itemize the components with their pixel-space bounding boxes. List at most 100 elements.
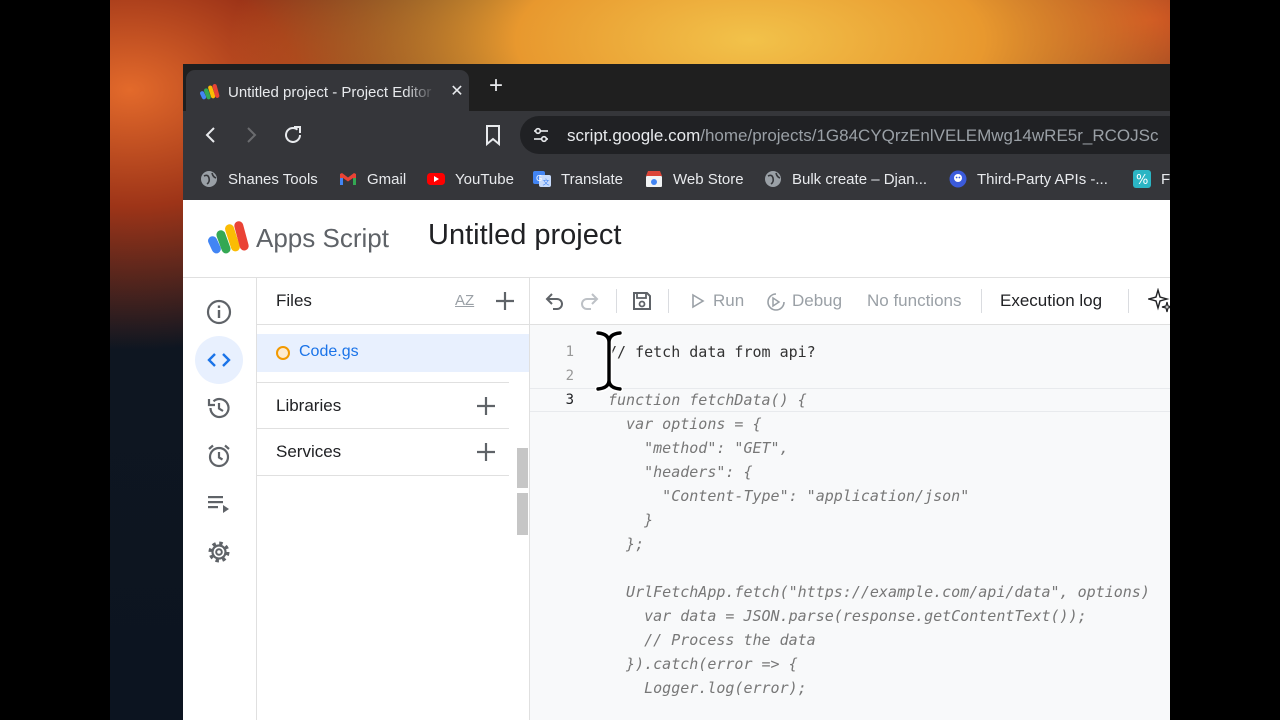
url-host: script.google.com xyxy=(567,126,701,145)
bookmark-youtube[interactable]: YouTube xyxy=(427,168,514,190)
code-text: function fetchData() { xyxy=(608,391,807,409)
url-text: script.google.com/home/projects/1G84CYQr… xyxy=(567,126,1158,146)
execution-log-button[interactable]: Execution log xyxy=(1000,291,1102,311)
web-store-icon xyxy=(646,171,662,187)
toolbar-divider xyxy=(616,289,617,313)
code-line-15: Logger.log(error); xyxy=(530,676,1170,700)
bookmark-star-icon[interactable] xyxy=(481,123,505,147)
undo-icon[interactable] xyxy=(544,290,566,312)
bookmark-bulk-create[interactable]: Bulk create – Djan... xyxy=(764,168,927,190)
rail-triggers[interactable] xyxy=(195,432,243,480)
youtube-icon xyxy=(427,173,445,185)
line-number: 3 xyxy=(565,392,574,408)
bookmark-third-party-apis[interactable]: Third-Party APIs -... xyxy=(949,168,1108,190)
file-name: Code.gs xyxy=(299,343,359,360)
bookmark-translate[interactable]: G文 Translate xyxy=(533,168,623,190)
code-line-4: var options = { xyxy=(530,412,1170,436)
redo-icon[interactable] xyxy=(578,290,600,312)
code-line-8: } xyxy=(530,508,1170,532)
svg-text:G: G xyxy=(536,174,542,183)
letterbox-left xyxy=(0,0,110,720)
line-number: 2 xyxy=(565,368,574,384)
services-label: Services xyxy=(276,442,342,461)
libraries-section[interactable]: Libraries xyxy=(257,382,509,429)
bookmark-web-store[interactable]: Web Store xyxy=(645,168,744,190)
forward-arrow-icon[interactable] xyxy=(239,123,263,147)
bookmarks-bar: Shanes Tools Gmail YouTube G文 Translate … xyxy=(183,159,1170,200)
files-title: Files xyxy=(276,291,312,310)
debug-icon xyxy=(767,293,785,311)
code-area[interactable]: 1 // fetch data from api? 2 3 function f… xyxy=(530,324,1170,720)
browser-toolbar: script.google.com/home/projects/1G84CYQr… xyxy=(183,111,1170,159)
code-text: "headers": { xyxy=(608,463,753,481)
tab-strip: Untitled project - Project Editor - Apps… xyxy=(183,64,1170,111)
run-button[interactable]: Run xyxy=(713,291,744,311)
reload-icon[interactable] xyxy=(281,123,305,147)
address-bar[interactable]: script.google.com/home/projects/1G84CYQr… xyxy=(520,116,1170,154)
history-icon xyxy=(207,397,230,419)
panel-scrollbar-thumb-2[interactable] xyxy=(517,493,528,535)
code-icon xyxy=(207,353,231,367)
bookmark-gmail[interactable]: Gmail xyxy=(339,168,406,190)
bookmark-f[interactable]: % F xyxy=(1133,168,1170,190)
file-item-code-gs[interactable]: Code.gs xyxy=(257,334,529,372)
toolbar-divider xyxy=(1128,289,1129,313)
code-text: }; xyxy=(608,535,645,553)
bookmark-label: Third-Party APIs -... xyxy=(977,170,1108,188)
line-number: 1 xyxy=(565,344,574,360)
new-tab-button[interactable]: + xyxy=(489,74,503,98)
bookmark-shanes-tools[interactable]: Shanes Tools xyxy=(200,168,318,190)
code-text: } xyxy=(608,511,654,529)
sparkle-icon[interactable] xyxy=(1148,288,1170,314)
editor-toolbar: Run Debug No functions Execution log xyxy=(530,278,1170,325)
code-text: UrlFetchApp.fetch("https://example.com/a… xyxy=(608,583,1150,601)
bookmark-label: Web Store xyxy=(673,170,744,188)
files-panel: Files AZ Code.gs Libraries Services xyxy=(257,278,530,720)
bookmark-label: Gmail xyxy=(367,170,407,188)
letterbox-right xyxy=(1170,0,1280,720)
app-logo-text[interactable]: Apps Script xyxy=(256,223,389,254)
function-select[interactable]: No functions xyxy=(867,291,962,311)
tab-title: Untitled project - Project Editor - Apps… xyxy=(228,84,436,101)
code-text: var data = JSON.parse(response.getConten… xyxy=(608,607,1087,625)
back-arrow-icon[interactable] xyxy=(199,123,223,147)
api-icon xyxy=(949,170,967,188)
close-tab-icon[interactable]: ✕ xyxy=(448,81,466,101)
add-file-plus-icon[interactable] xyxy=(494,290,516,312)
add-service-plus-icon[interactable] xyxy=(475,441,497,463)
code-line-1: 1 // fetch data from api? xyxy=(530,340,1170,364)
panel-scrollbar-thumb[interactable] xyxy=(517,448,528,488)
rail-settings[interactable] xyxy=(195,528,243,576)
rail-executions[interactable] xyxy=(195,480,243,528)
code-text: "method": "GET", xyxy=(608,439,789,457)
code-text: }).catch(error => { xyxy=(608,655,798,673)
rail-editor[interactable] xyxy=(195,336,243,384)
apps-script-favicon-icon xyxy=(200,84,220,100)
bookmark-label: YouTube xyxy=(455,170,514,188)
app-header: Apps Script Untitled project xyxy=(183,200,1170,278)
code-line-3: 3 function fetchData() { xyxy=(530,388,1170,412)
code-line-2: 2 xyxy=(530,364,1170,388)
libraries-label: Libraries xyxy=(276,396,342,415)
apps-script-logo-icon[interactable] xyxy=(208,220,250,256)
url-path: /home/projects/1G84CYQrzEnlVELEMwg14wRE5… xyxy=(700,126,1159,145)
rail-history[interactable] xyxy=(195,384,243,432)
left-nav-rail xyxy=(183,278,257,720)
sort-az-button[interactable]: AZ xyxy=(455,292,474,309)
debug-button[interactable]: Debug xyxy=(792,291,842,311)
save-icon[interactable] xyxy=(631,290,653,312)
code-line-12: var data = JSON.parse(response.getConten… xyxy=(530,604,1170,628)
files-header: Files AZ xyxy=(257,278,529,325)
code-line-13: // Process the data xyxy=(530,628,1170,652)
project-title[interactable]: Untitled project xyxy=(428,219,621,252)
svg-text:文: 文 xyxy=(543,178,550,187)
code-text: // Process the data xyxy=(608,631,816,649)
services-section[interactable]: Services xyxy=(257,428,509,476)
browser-tab[interactable]: Untitled project - Project Editor - Apps… xyxy=(186,70,469,111)
rail-overview[interactable] xyxy=(195,288,243,336)
add-library-plus-icon[interactable] xyxy=(475,395,497,417)
translate-icon: G文 xyxy=(533,171,551,187)
bookmark-label: Translate xyxy=(561,170,623,188)
site-settings-icon[interactable] xyxy=(532,126,550,144)
